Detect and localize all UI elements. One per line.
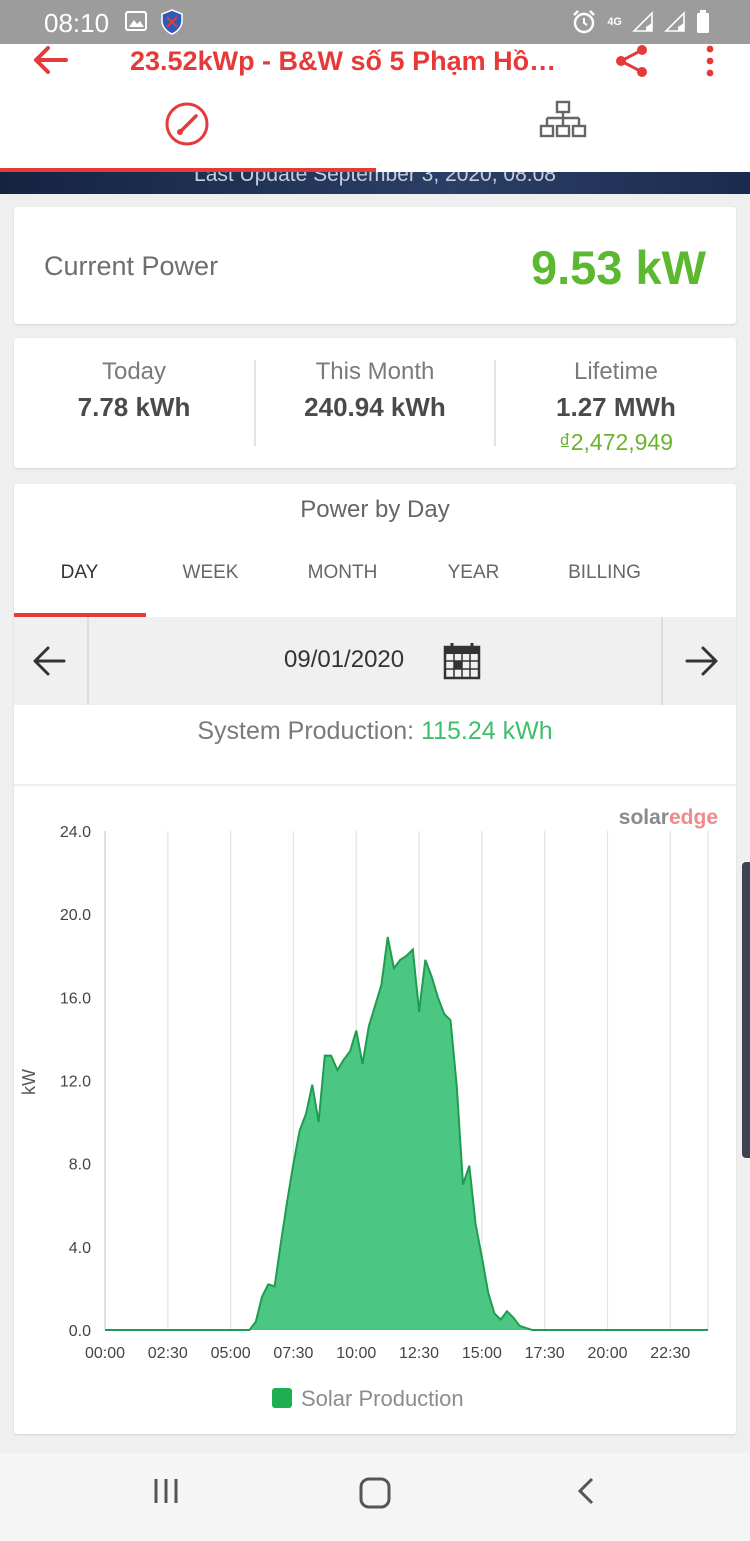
status-time: 08:10 bbox=[44, 8, 110, 38]
legend-label: Solar Production bbox=[301, 1386, 464, 1411]
this-month-label: This Month bbox=[315, 358, 435, 385]
network-type-label: 4G bbox=[607, 16, 622, 28]
y-tick-label: 0.0 bbox=[69, 1323, 91, 1340]
x-tick-label: 20:00 bbox=[587, 1345, 627, 1362]
y-tick-label: 4.0 bbox=[69, 1240, 91, 1257]
power-chart-card: Power by Day DAY WEEK MONTH YEAR BILLING… bbox=[14, 484, 736, 1434]
y-tick-label: 24.0 bbox=[60, 824, 91, 841]
power-chart: solaredge 0.0 4.0 8.0 12.0 16.0 20.0 24.0 00:0… bbox=[19, 806, 718, 1411]
tab-billing[interactable]: BILLING bbox=[539, 562, 670, 584]
x-tick-label: 15:00 bbox=[462, 1345, 502, 1362]
chart-heading: Power by Day bbox=[300, 496, 450, 523]
status-right-icons: 4G bbox=[571, 9, 710, 35]
date-navigator: 09/01/2020 bbox=[14, 617, 736, 705]
site-title: 23.52kWp - B&W số 5 Phạm Hồng Thái bbox=[130, 46, 570, 76]
this-month-value: 240.94 kWh bbox=[304, 392, 446, 422]
back-nav-icon[interactable] bbox=[570, 1475, 602, 1507]
x-tick-label: 07:30 bbox=[273, 1345, 313, 1362]
energy-lifetime: Lifetime 1.27 MWh ₫2,472,949 bbox=[496, 358, 736, 456]
tab-dashboard[interactable] bbox=[130, 94, 245, 164]
tab-day[interactable]: DAY bbox=[14, 562, 145, 584]
hierarchy-icon bbox=[539, 100, 587, 138]
more-vertical-icon bbox=[706, 45, 714, 77]
energy-this-month: This Month 240.94 kWh bbox=[255, 358, 495, 423]
tab-month[interactable]: MONTH bbox=[277, 562, 408, 584]
x-tick-label: 17:30 bbox=[525, 1345, 565, 1362]
gallery-icon bbox=[125, 11, 147, 31]
alarm-icon bbox=[573, 10, 596, 34]
arrow-left-icon bbox=[33, 646, 66, 676]
solar-production-area bbox=[105, 937, 708, 1330]
security-shield-icon bbox=[161, 9, 183, 35]
last-update-banner: Last Update September 3, 2020, 08:08 bbox=[0, 172, 750, 194]
y-tick-label: 12.0 bbox=[60, 1074, 91, 1091]
y-axis-label: kW bbox=[19, 1069, 39, 1095]
system-production: System Production: 115.24 kWh bbox=[14, 717, 736, 746]
lifetime-value: 1.27 MWh bbox=[556, 392, 676, 422]
system-production-label: System Production: bbox=[197, 717, 415, 745]
legend-swatch bbox=[272, 1388, 292, 1408]
today-label: Today bbox=[101, 358, 167, 385]
share-button[interactable] bbox=[612, 44, 656, 84]
y-tick-label: 20.0 bbox=[60, 907, 91, 924]
lifetime-revenue: ₫2,472,949 bbox=[558, 429, 674, 455]
tab-site-layout[interactable] bbox=[505, 94, 620, 164]
lifetime-label: Lifetime bbox=[573, 358, 659, 385]
x-tick-label: 10:00 bbox=[336, 1345, 376, 1362]
recent-apps-icon[interactable] bbox=[150, 1475, 182, 1507]
today-value: 7.78 kWh bbox=[77, 392, 191, 422]
more-options-button[interactable] bbox=[696, 44, 724, 84]
x-tick-label: 02:30 bbox=[148, 1345, 188, 1362]
current-power-label: Current Power bbox=[44, 251, 219, 281]
tab-year[interactable]: YEAR bbox=[408, 562, 539, 584]
scroll-indicator bbox=[742, 862, 750, 1158]
x-tick-label: 05:00 bbox=[211, 1345, 251, 1362]
system-navigation-bar bbox=[0, 1453, 750, 1541]
speedometer-icon bbox=[165, 102, 209, 146]
signal-icon bbox=[632, 11, 653, 32]
x-tick-label: 12:30 bbox=[399, 1345, 439, 1362]
y-tick-label: 8.0 bbox=[69, 1157, 91, 1174]
x-tick-label: 00:00 bbox=[85, 1345, 125, 1362]
divider bbox=[14, 762, 736, 786]
system-production-value: 115.24 kWh bbox=[421, 717, 553, 745]
calendar-icon[interactable] bbox=[442, 641, 482, 681]
current-power-value: 9.53 kW bbox=[530, 241, 706, 294]
next-day-button[interactable] bbox=[661, 617, 736, 705]
battery-icon bbox=[697, 10, 709, 33]
previous-day-button[interactable] bbox=[14, 617, 89, 705]
status-bar: 08:10 4G bbox=[0, 0, 750, 44]
tab-week[interactable]: WEEK bbox=[145, 562, 276, 584]
energy-summary-card: Today 7.78 kWh This Month 240.94 kWh Lif… bbox=[14, 338, 736, 468]
arrow-left-icon bbox=[34, 46, 68, 74]
x-tick-label: 22:30 bbox=[650, 1345, 690, 1362]
share-icon bbox=[616, 45, 647, 77]
current-power-card: Current Power 9.53 kW bbox=[14, 207, 736, 324]
y-tick-label: 16.0 bbox=[60, 990, 91, 1007]
energy-today: Today 7.78 kWh bbox=[14, 358, 254, 423]
solaredge-watermark: solaredge bbox=[619, 806, 718, 829]
app-bar: 23.52kWp - B&W số 5 Phạm Hồng Thái bbox=[0, 44, 750, 172]
last-update-text: Last Update September 3, 2020, 08:08 bbox=[194, 172, 556, 186]
selected-date[interactable]: 09/01/2020 bbox=[284, 646, 404, 674]
back-button[interactable] bbox=[30, 44, 74, 84]
signal-icon-secondary bbox=[664, 11, 685, 32]
home-icon[interactable] bbox=[357, 1475, 393, 1511]
status-left-icons bbox=[124, 9, 184, 35]
arrow-right-icon bbox=[685, 646, 718, 676]
